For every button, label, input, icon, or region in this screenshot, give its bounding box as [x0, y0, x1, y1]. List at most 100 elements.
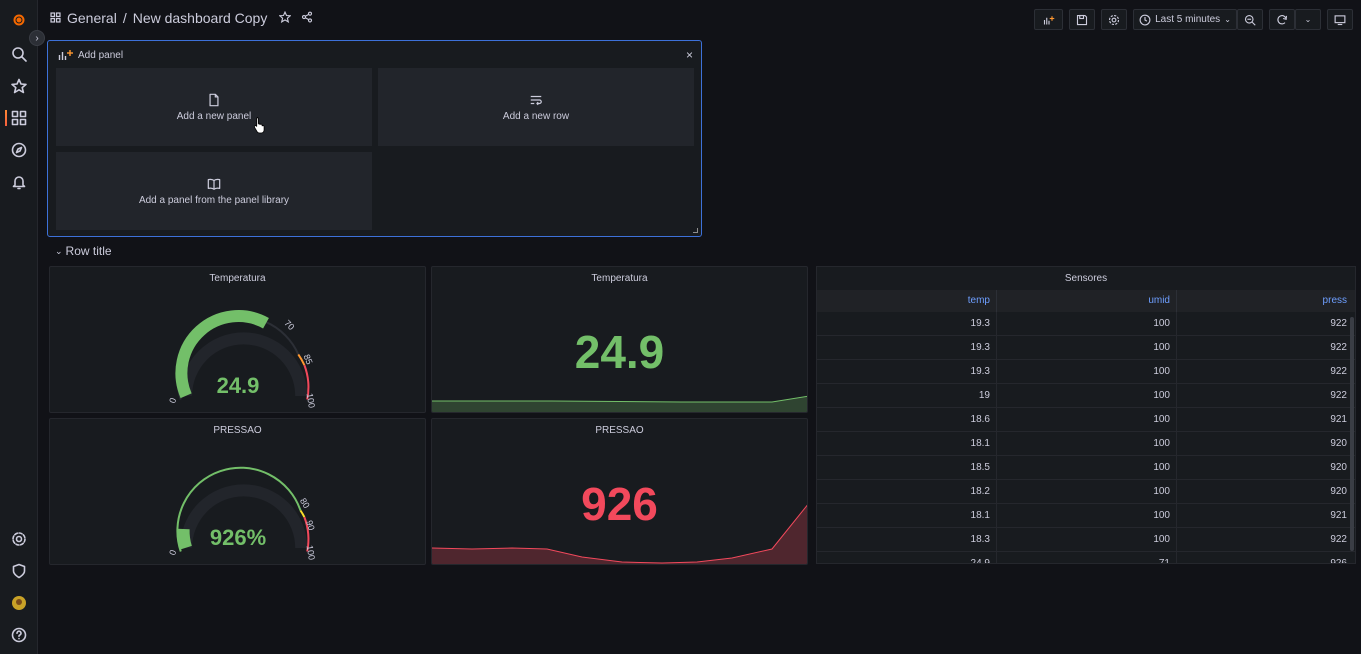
- table-cell-press: 921: [1330, 510, 1347, 521]
- table-cell-umid: 100: [997, 312, 1177, 335]
- clock-icon: [1139, 14, 1151, 25]
- table-row: 19.3 100 922: [817, 360, 1355, 384]
- active-indicator: [5, 110, 7, 126]
- add-new-row-label: Add a new row: [502, 110, 570, 122]
- zoom-out-icon: [1244, 14, 1256, 26]
- add-panel-title: Add panel: [78, 49, 124, 61]
- add-new-panel-button[interactable]: Add a new panel: [56, 68, 372, 146]
- table-cell-temp: 19.3: [817, 312, 997, 335]
- table-cell-temp: 18.2: [817, 480, 997, 503]
- table-cell-temp: 19.3: [817, 336, 997, 359]
- save-dashboard-button[interactable]: [1069, 9, 1095, 30]
- help-icon[interactable]: [9, 625, 29, 645]
- favorite-star-icon[interactable]: [278, 10, 293, 26]
- settings-gear-icon[interactable]: [9, 529, 29, 549]
- table-cell-temp: 24.9: [817, 552, 997, 563]
- column-header-temp[interactable]: temp: [817, 290, 997, 312]
- explore-compass-icon[interactable]: [9, 140, 29, 160]
- row-title: Row title: [65, 244, 112, 258]
- table-row: 19.3 100 922: [817, 336, 1355, 360]
- table-row: 19 100 922: [817, 384, 1355, 408]
- panel-title: Sensores: [1064, 273, 1108, 284]
- chevron-down-icon: ⌄: [55, 245, 63, 256]
- pressure-sparkline: [432, 504, 807, 564]
- refresh-button[interactable]: [1269, 9, 1295, 30]
- stat-panel-temperatura[interactable]: Temperatura 24.9: [431, 266, 808, 413]
- chevron-down-icon: ⌄: [1224, 15, 1231, 24]
- row-icon: [530, 95, 542, 105]
- sidebar: [0, 0, 38, 654]
- dashboard-title[interactable]: New dashboard Copy: [133, 10, 268, 26]
- table-cell-press: 920: [1330, 438, 1347, 449]
- gauge-panel-temperatura[interactable]: Temperatura 24.9 0 70 85 100: [49, 266, 426, 413]
- star-icon[interactable]: [9, 76, 29, 96]
- gauge-value: 24.9: [217, 373, 260, 398]
- table-cell-umid: 100: [997, 432, 1177, 455]
- table-row: 18.6 100 921: [817, 408, 1355, 432]
- gauge-value: 926%: [210, 525, 266, 550]
- dashboards-icon[interactable]: [9, 108, 29, 128]
- table-scrollbar[interactable]: [1350, 317, 1354, 551]
- gauge-tick-label: 100: [304, 392, 316, 409]
- sidebar-expand-button[interactable]: ›: [29, 30, 45, 46]
- row-header[interactable]: ⌄ Row title: [55, 244, 112, 258]
- time-range-picker[interactable]: Last 5 minutes ⌄: [1133, 9, 1237, 30]
- refresh-interval-dropdown[interactable]: ⌄: [1295, 9, 1321, 30]
- add-panel-library-label: Add a panel from the panel library: [138, 194, 290, 206]
- search-icon[interactable]: [9, 44, 29, 64]
- pressure-gauge: 926% 0 80 90 100: [167, 466, 317, 561]
- table-cell-umid: 100: [997, 336, 1177, 359]
- table-panel-sensores[interactable]: Sensores temp umid press 19.3 100 922 19.3 1…: [816, 266, 1356, 564]
- gauge-panel-pressao[interactable]: PRESSAO 926% 0 80 90 100: [49, 418, 426, 565]
- table-header: temp umid press: [817, 290, 1355, 312]
- breadcrumb-folder[interactable]: General: [67, 10, 117, 26]
- table-cell-press: 920: [1330, 462, 1347, 473]
- panel-title: Temperatura: [591, 273, 648, 284]
- table-cell-temp: 18.6: [817, 408, 997, 431]
- add-panel-header: Add panel: [58, 49, 123, 61]
- alerting-bell-icon[interactable]: [9, 172, 29, 192]
- tv-mode-button[interactable]: [1327, 9, 1353, 30]
- stat-panel-pressao[interactable]: PRESSAO 926: [431, 418, 808, 565]
- table-cell-press: 921: [1330, 414, 1347, 425]
- panel-title: PRESSAO: [595, 425, 644, 436]
- table-cell-press: 922: [1330, 366, 1347, 377]
- shield-icon[interactable]: [9, 561, 29, 581]
- add-panel-chart-icon: [58, 50, 73, 60]
- zoom-out-button[interactable]: [1237, 9, 1263, 30]
- gauge-tick-label: 70: [282, 318, 296, 332]
- table-row: 24.9 71 926: [817, 552, 1355, 563]
- book-open-icon: [207, 178, 221, 190]
- table-row: 18.1 100 921: [817, 504, 1355, 528]
- user-avatar[interactable]: [9, 593, 29, 613]
- table-cell-umid: 100: [997, 456, 1177, 479]
- add-panel-from-library-button[interactable]: Add a panel from the panel library: [56, 152, 372, 230]
- resize-handle-icon[interactable]: [693, 228, 698, 233]
- temperature-sparkline: [432, 395, 807, 412]
- column-header-press[interactable]: press: [1177, 290, 1353, 312]
- table-cell-press: 922: [1330, 534, 1347, 545]
- save-icon: [1076, 14, 1088, 25]
- table-row: 18.5 100 920: [817, 456, 1355, 480]
- column-header-umid[interactable]: umid: [997, 290, 1177, 312]
- close-icon[interactable]: ×: [686, 48, 693, 62]
- add-panel-button[interactable]: [1034, 9, 1063, 30]
- table-row: 18.1 100 920: [817, 432, 1355, 456]
- gauge-tick-label: 100: [304, 544, 316, 561]
- table-cell-temp: 18.5: [817, 456, 997, 479]
- refresh-icon: [1277, 14, 1288, 24]
- grafana-logo-icon[interactable]: [9, 10, 29, 30]
- add-new-row-button[interactable]: Add a new row: [378, 68, 694, 146]
- table-cell-umid: 100: [997, 384, 1177, 407]
- table-cell-press: 922: [1330, 390, 1347, 401]
- toolbar-buttons: Last 5 minutes ⌄ ⌄: [1034, 9, 1353, 30]
- table-cell-temp: 19.3: [817, 360, 997, 383]
- dashboard-settings-button[interactable]: [1101, 9, 1127, 30]
- table-cell-umid: 100: [997, 480, 1177, 503]
- table-cell-umid: 100: [997, 528, 1177, 551]
- table-cell-umid: 100: [997, 504, 1177, 527]
- top-navbar: General / New dashboard Copy Last 5 minu…: [38, 0, 1361, 38]
- dashboard-grid-icon: [50, 10, 61, 26]
- table-cell-press: 922: [1330, 342, 1347, 353]
- share-icon[interactable]: [301, 10, 313, 26]
